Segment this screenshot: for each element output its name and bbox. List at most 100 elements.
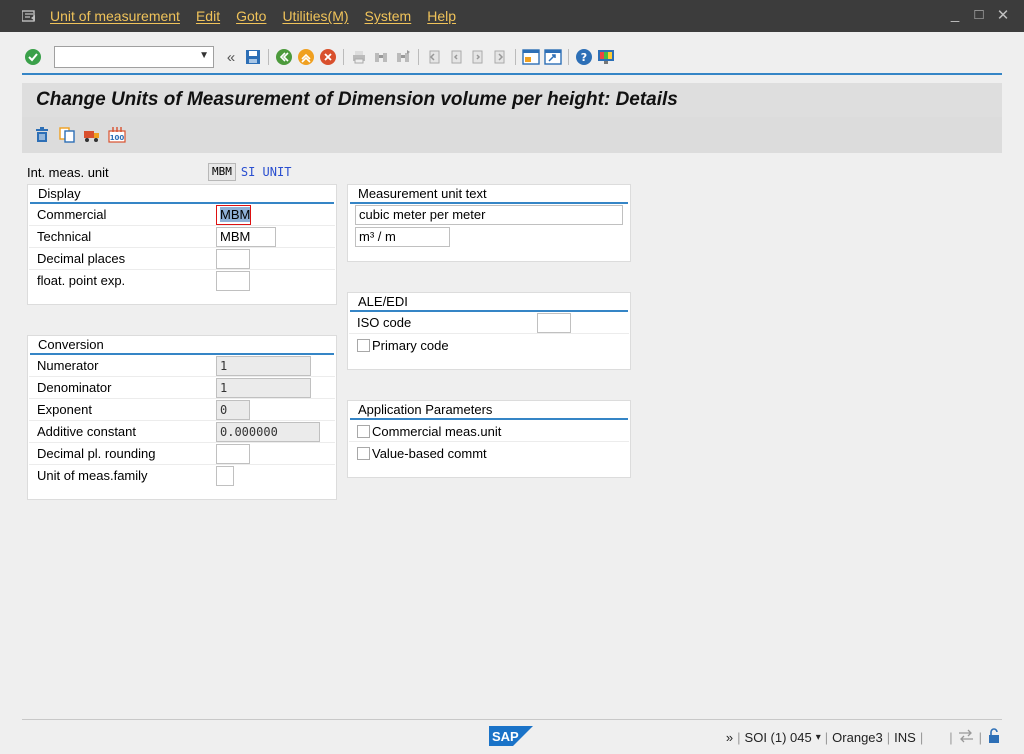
commercial-field-value: MBM xyxy=(220,207,251,222)
save-icon[interactable] xyxy=(243,47,263,67)
units-table-icon[interactable]: 100 xyxy=(107,125,127,145)
technical-field[interactable]: MBM xyxy=(216,227,276,247)
technical-label: Technical xyxy=(37,229,92,244)
display-group-header: Display xyxy=(30,185,334,204)
menu-bar: Unit of measurement Edit Goto Utilities(… xyxy=(0,0,1024,32)
float-point-label: float. point exp. xyxy=(37,273,126,288)
minimize-button[interactable]: _ xyxy=(946,6,964,24)
previous-page-icon[interactable] xyxy=(446,47,466,67)
menu-edit[interactable]: Edit xyxy=(196,8,220,24)
next-page-icon[interactable] xyxy=(468,47,488,67)
measurement-unit-text-group: Measurement unit text cubic meter per me… xyxy=(347,184,631,262)
commercial-row: Commercial MBM xyxy=(29,204,335,226)
float-point-field[interactable] xyxy=(216,271,250,291)
denominator-field[interactable]: 1 xyxy=(216,378,311,398)
customize-layout-icon[interactable] xyxy=(596,47,616,67)
new-session-icon[interactable] xyxy=(521,47,541,67)
menu-unit-of-measurement[interactable]: Unit of measurement xyxy=(50,8,180,24)
page-title: Change Units of Measurement of Dimension… xyxy=(36,89,678,110)
short-text-field[interactable]: m³ / m xyxy=(355,227,450,247)
additive-constant-label: Additive constant xyxy=(37,424,137,439)
technical-row: Technical MBM xyxy=(29,226,335,248)
menu-system[interactable]: System xyxy=(365,8,412,24)
decimal-rounding-field[interactable] xyxy=(216,444,250,464)
status-server: Orange3 xyxy=(832,730,883,745)
status-separator: | xyxy=(886,730,891,745)
lock-icon[interactable] xyxy=(986,728,1002,747)
decimal-places-field[interactable] xyxy=(216,249,250,269)
status-mode[interactable]: INS xyxy=(894,730,916,745)
back-icon[interactable] xyxy=(274,47,294,67)
application-parameters-group: Application Parameters Commercial meas.u… xyxy=(347,400,631,478)
status-system[interactable]: SOI (1) 045 xyxy=(745,730,812,745)
int-meas-unit-value: MBM xyxy=(208,163,236,181)
status-separator: | xyxy=(737,730,741,745)
application-parameters-header: Application Parameters xyxy=(350,401,628,420)
status-expand-icon[interactable]: » xyxy=(726,730,733,745)
value-based-commt-checkbox[interactable] xyxy=(357,447,370,460)
find-icon[interactable] xyxy=(371,47,391,67)
primary-code-checkbox-wrap[interactable]: Primary code xyxy=(357,338,449,353)
value-based-commt-row: Value-based commt xyxy=(349,442,629,464)
exponent-label: Exponent xyxy=(37,402,92,417)
exit-icon[interactable] xyxy=(296,47,316,67)
page-title-bar: Change Units of Measurement of Dimension… xyxy=(22,83,1002,117)
short-text-row: m³ / m xyxy=(349,226,629,248)
transport-icon[interactable] xyxy=(82,125,102,145)
ale-edi-group: ALE/EDI ISO code Primary code xyxy=(347,292,631,370)
conversion-group-header: Conversion xyxy=(30,336,334,355)
chevron-down-icon[interactable]: ▾ xyxy=(816,732,821,743)
maximize-button[interactable]: □ xyxy=(970,6,988,24)
conversion-group: Conversion Numerator 1 Denominator 1 Exp… xyxy=(27,335,337,500)
transfer-icon[interactable] xyxy=(957,729,975,746)
commercial-label: Commercial xyxy=(37,207,107,222)
toolbar-separator xyxy=(568,49,569,65)
long-text-field[interactable]: cubic meter per meter xyxy=(355,205,623,225)
status-separator: | xyxy=(824,730,829,745)
enter-check-icon[interactable] xyxy=(23,47,43,67)
exponent-field[interactable]: 0 xyxy=(216,400,250,420)
close-button[interactable]: ✕ xyxy=(994,6,1012,24)
numerator-label: Numerator xyxy=(37,358,99,373)
commercial-meas-unit-checkbox-wrap[interactable]: Commercial meas.unit xyxy=(357,424,501,439)
commercial-meas-unit-row: Commercial meas.unit xyxy=(349,420,629,442)
copy-icon[interactable] xyxy=(57,125,77,145)
value-based-commt-checkbox-wrap[interactable]: Value-based commt xyxy=(357,446,487,461)
cancel-icon[interactable] xyxy=(318,47,338,67)
meas-family-row: Unit of meas.family xyxy=(29,465,335,487)
si-unit-label: SI UNIT xyxy=(240,165,292,179)
collapse-icon[interactable]: « xyxy=(221,47,241,67)
help-icon[interactable]: ? xyxy=(574,47,594,67)
last-page-icon[interactable] xyxy=(490,47,510,67)
shortcut-icon[interactable] xyxy=(543,47,563,67)
decimal-places-label: Decimal places xyxy=(37,251,126,266)
commercial-meas-unit-checkbox[interactable] xyxy=(357,425,370,438)
menu-help[interactable]: Help xyxy=(427,8,456,24)
int-meas-unit-row: Int. meas. unit MBM SI UNIT xyxy=(27,162,291,182)
chevron-down-icon[interactable]: ▼ xyxy=(199,50,209,61)
numerator-field[interactable]: 1 xyxy=(216,356,311,376)
int-meas-unit-label: Int. meas. unit xyxy=(27,164,109,180)
iso-code-field[interactable] xyxy=(537,313,571,333)
find-next-icon[interactable] xyxy=(393,47,413,67)
measurement-unit-text-header: Measurement unit text xyxy=(350,185,628,204)
additive-constant-field[interactable]: 0.000000 xyxy=(216,422,320,442)
status-separator: | xyxy=(949,730,953,745)
menu-utilities[interactable]: Utilities(M) xyxy=(282,8,348,24)
commercial-field[interactable]: MBM xyxy=(216,205,251,225)
delete-icon[interactable] xyxy=(32,125,52,145)
status-info: » | SOI (1) 045 ▾ | Orange3 | INS | | | xyxy=(726,728,1002,747)
svg-text:?: ? xyxy=(581,51,587,64)
status-separator: | xyxy=(978,730,982,745)
print-icon[interactable] xyxy=(349,47,369,67)
exponent-row: Exponent 0 xyxy=(29,399,335,421)
menu-icon[interactable] xyxy=(22,10,36,22)
standard-toolbar: ▼ « ? xyxy=(22,42,1002,72)
primary-code-checkbox[interactable] xyxy=(357,339,370,352)
command-field[interactable]: ▼ xyxy=(54,46,214,68)
meas-family-field[interactable] xyxy=(216,466,234,486)
menu-goto[interactable]: Goto xyxy=(236,8,266,24)
float-point-row: float. point exp. xyxy=(29,270,335,292)
window-controls: _ □ ✕ xyxy=(946,6,1012,24)
first-page-icon[interactable] xyxy=(424,47,444,67)
